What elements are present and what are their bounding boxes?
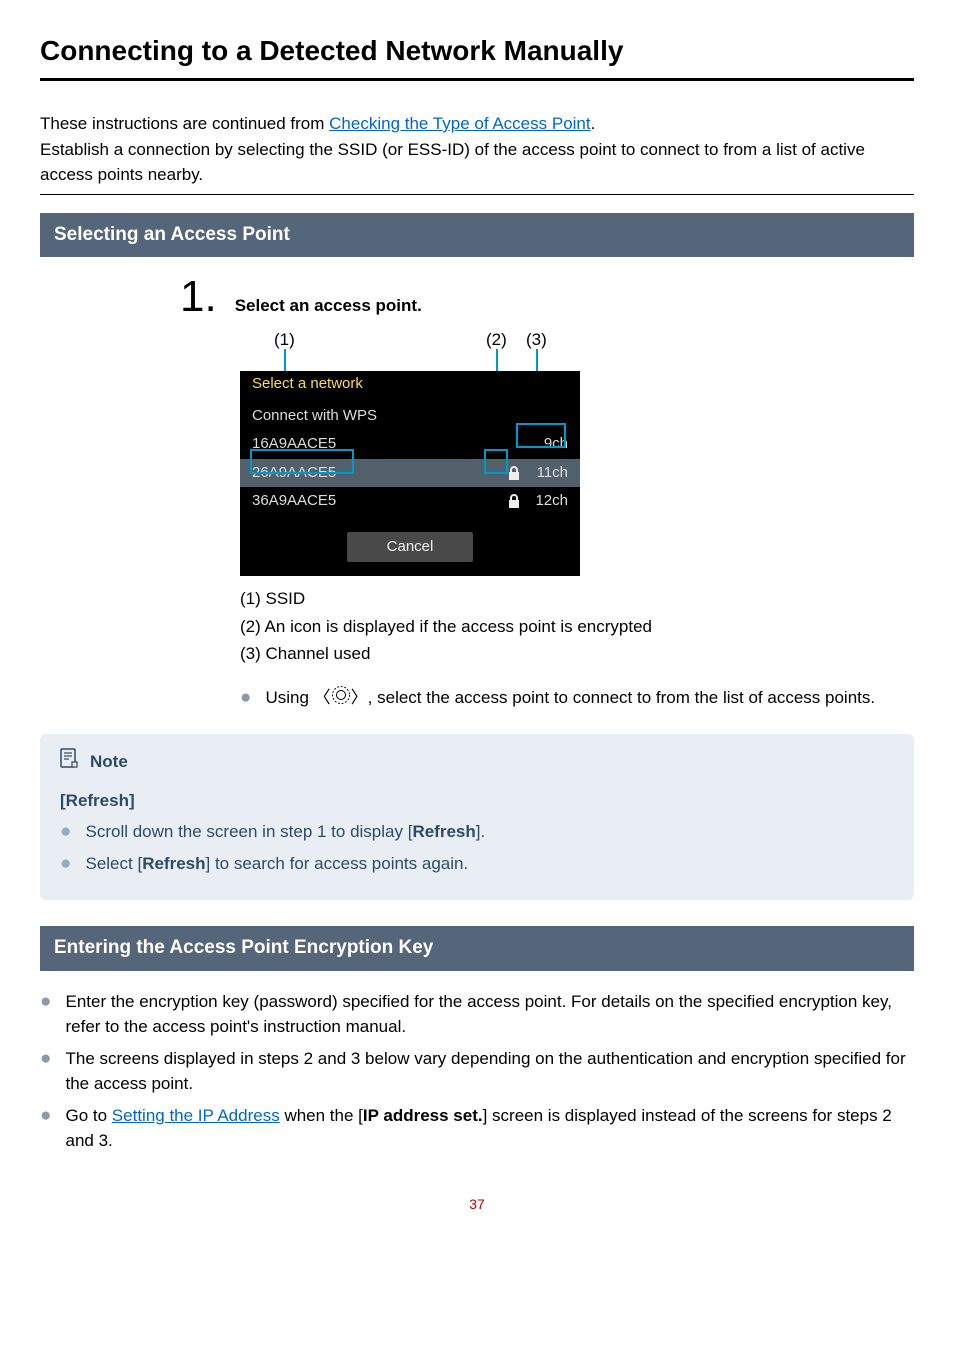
- entering-b3a: Go to: [65, 1106, 111, 1125]
- section-selecting-heading: Selecting an Access Point: [40, 213, 914, 258]
- entering-bullet-3: ● Go to Setting the IP Address when the …: [40, 1103, 914, 1154]
- bullet-dot-icon: ●: [40, 1103, 51, 1154]
- network-row-wps[interactable]: Connect with WPS: [240, 402, 580, 431]
- page-title: Connecting to a Detected Network Manuall…: [40, 30, 914, 72]
- callouts: (1) (2) (3): [240, 327, 580, 371]
- section-entering-heading: Entering the Access Point Encryption Key: [40, 926, 914, 971]
- entering-bullet-1: ● Enter the encryption key (password) sp…: [40, 989, 914, 1040]
- entering-bullet-2: ● The screens displayed in steps 2 and 3…: [40, 1046, 914, 1097]
- nb1-a: Scroll down the screen in step 1 to disp…: [85, 822, 412, 841]
- camera-screen: Select a network Connect with WPS 16A9AA…: [240, 371, 580, 576]
- link-checking-access-point[interactable]: Checking the Type of Access Point: [329, 114, 590, 133]
- lock-icon: [504, 466, 524, 480]
- note-bullet-1: ● Scroll down the screen in step 1 to di…: [60, 819, 894, 845]
- note-title: Note: [90, 749, 128, 775]
- entering-b1: Enter the encryption key (password) spec…: [65, 989, 914, 1040]
- bullet-dot-icon: ●: [60, 851, 71, 877]
- nb2-a: Select [: [85, 854, 142, 873]
- dial-post: 〉, select the access point to connect to…: [351, 688, 875, 707]
- dial-pre: Using 〈: [265, 688, 330, 707]
- legend-1: (1) SSID: [240, 586, 914, 612]
- link-setting-ip[interactable]: Setting the IP Address: [112, 1106, 280, 1125]
- network-row-3[interactable]: 36A9AACE5 12ch: [240, 487, 580, 516]
- note-bullet-2: ● Select [Refresh] to search for access …: [60, 851, 894, 877]
- cancel-button[interactable]: Cancel: [347, 532, 474, 563]
- step-1-row: 1. Select an access point.: [180, 275, 914, 319]
- nb2-b: ] to search for access points again.: [206, 854, 469, 873]
- entering-b3-bold: IP address set.: [363, 1106, 483, 1125]
- legend-3: (3) Channel used: [240, 641, 914, 667]
- channel-label: 11ch: [524, 462, 568, 485]
- nb1-b: ].: [476, 822, 485, 841]
- ssid-label: 16A9AACE5: [252, 433, 504, 456]
- intro-text-1b: .: [591, 114, 596, 133]
- step-number: 1.: [180, 275, 217, 319]
- note-box: Note [Refresh] ● Scroll down the screen …: [40, 734, 914, 900]
- ssid-label: Connect with WPS: [252, 405, 504, 428]
- page-number: 37: [40, 1194, 914, 1215]
- bullet-dial: ● Using 〈 〉, select the access point to c…: [240, 685, 914, 713]
- ssid-label: 36A9AACE5: [252, 490, 504, 513]
- legend-2: (2) An icon is displayed if the access p…: [240, 614, 914, 640]
- channel-label: 9ch: [524, 433, 568, 456]
- cancel-row: Cancel: [240, 516, 580, 577]
- step-label: Select an access point.: [235, 293, 422, 319]
- ssid-label: 26A9AACE5: [252, 462, 504, 485]
- bullet-text: Using 〈 〉, select the access point to con…: [265, 685, 914, 713]
- intro-separator: [40, 194, 914, 195]
- channel-label: 12ch: [524, 490, 568, 513]
- bullet-dot-icon: ●: [60, 819, 71, 845]
- intro-text-2: Establish a connection by selecting the …: [40, 140, 865, 185]
- network-row-1[interactable]: 16A9AACE5 9ch: [240, 430, 580, 459]
- bullet-dot-icon: ●: [40, 989, 51, 1040]
- dial-icon: [331, 685, 351, 713]
- nb1-bold: Refresh: [412, 822, 475, 841]
- network-row-2-selected[interactable]: 26A9AACE5 11ch: [240, 459, 580, 488]
- note-icon: [60, 748, 78, 776]
- title-underline: [40, 78, 914, 81]
- note-subheading: [Refresh]: [60, 788, 894, 814]
- bullet-dot-icon: ●: [240, 685, 251, 713]
- legend-list: (1) SSID (2) An icon is displayed if the…: [240, 586, 914, 667]
- network-header: Select a network: [240, 371, 580, 402]
- intro-text-1: These instructions are continued from: [40, 114, 329, 133]
- lock-icon: [504, 494, 524, 508]
- bullet-dot-icon: ●: [40, 1046, 51, 1097]
- nb2-bold: Refresh: [142, 854, 205, 873]
- intro-paragraph: These instructions are continued from Ch…: [40, 111, 914, 188]
- note-header: Note: [60, 748, 894, 776]
- entering-b3b: when the [: [280, 1106, 363, 1125]
- entering-b2: The screens displayed in steps 2 and 3 b…: [65, 1046, 914, 1097]
